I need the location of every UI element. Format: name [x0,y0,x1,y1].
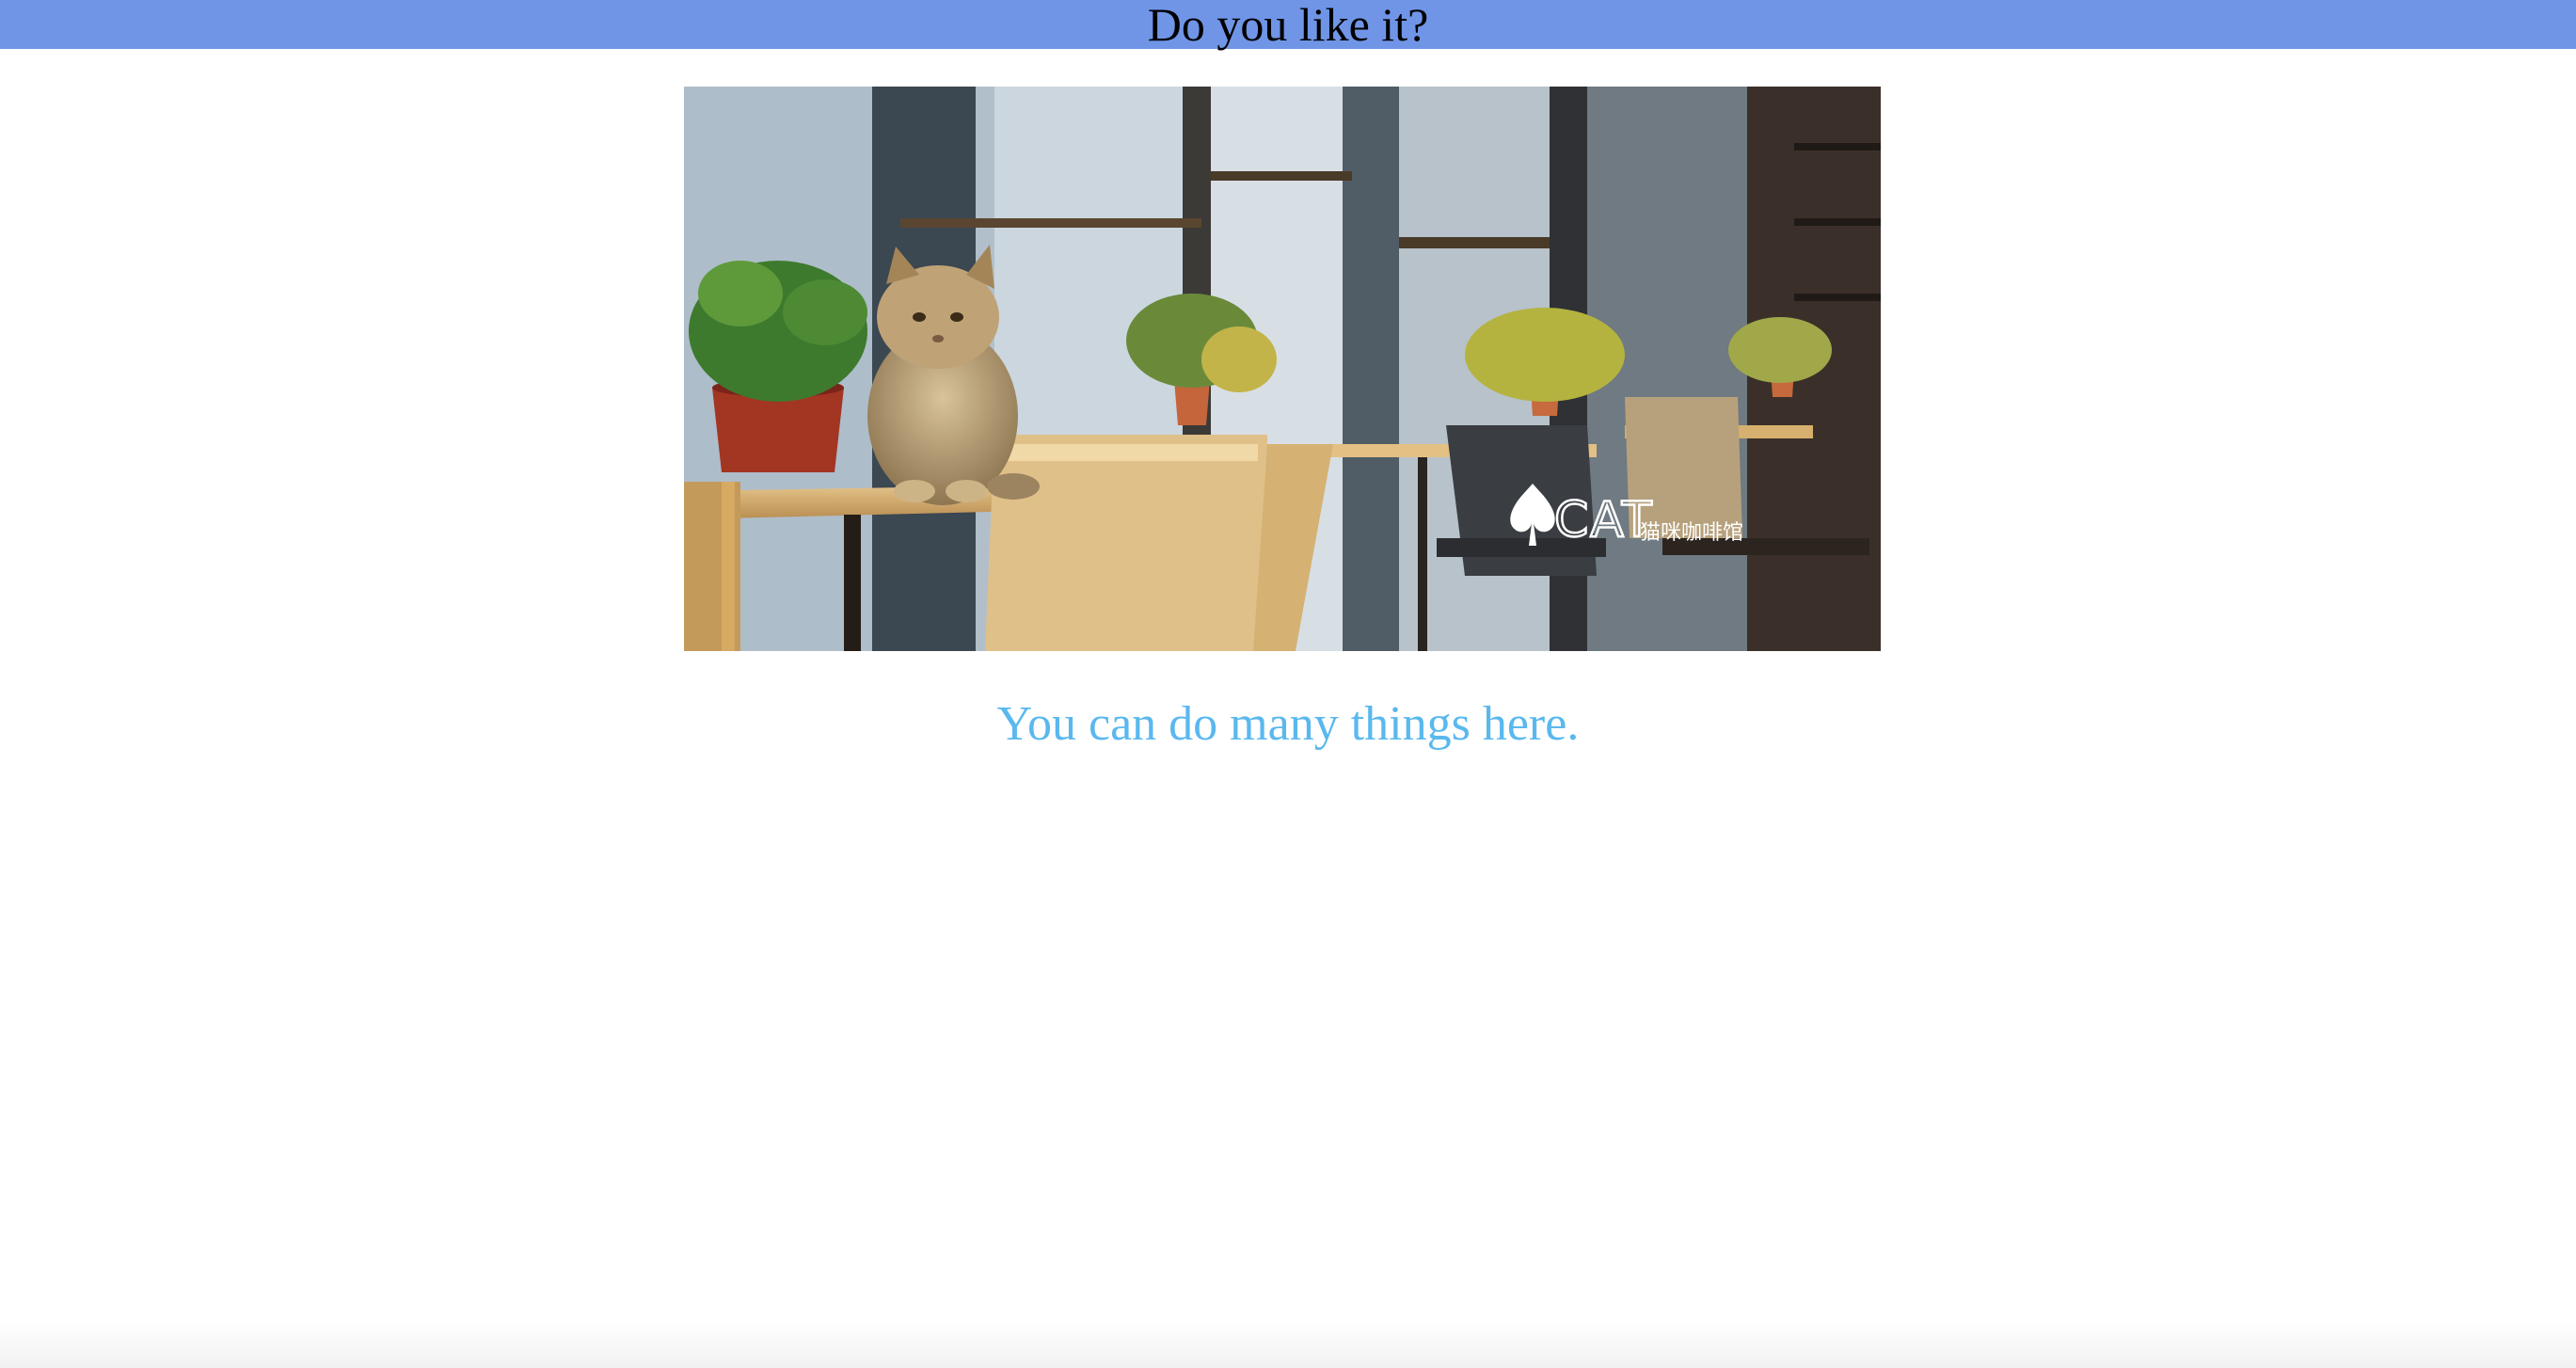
bottom-shadow [0,1321,2576,1368]
header-bar: Do you like it? [0,0,2576,49]
caption-label: You can do many things here. [996,697,1580,751]
cat-cafe-illustration: CAT 猫咪咖啡馆 [684,87,1881,651]
logo-subtext: 猫咪咖啡馆 [1640,521,1743,545]
page-title: Do you like it? [1147,0,1429,51]
caption-text: You can do many things here. [0,696,2576,753]
logo-text: CAT [1554,492,1654,549]
cat-cafe-photo: CAT 猫咪咖啡馆 [684,87,1881,651]
